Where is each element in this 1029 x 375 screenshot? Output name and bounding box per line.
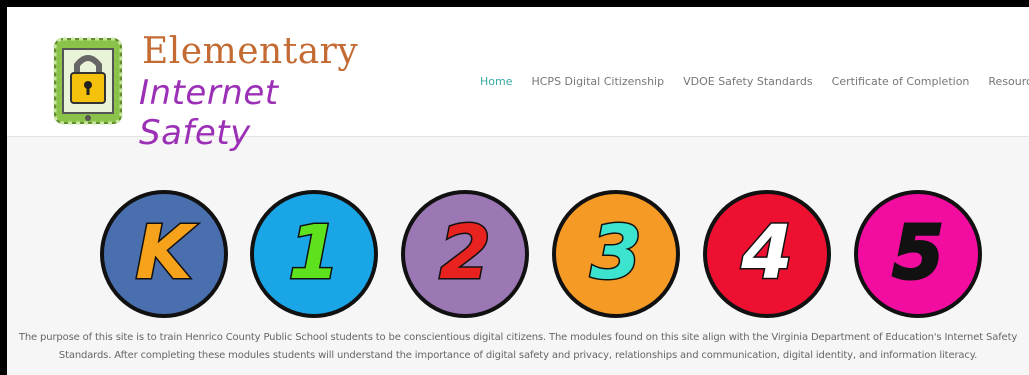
logo-subtitle: Internet Safety	[139, 73, 279, 153]
padlock-tablet-icon	[53, 37, 123, 125]
nav-item-resources[interactable]: Resources	[988, 75, 1029, 88]
nav-item-home[interactable]: Home	[480, 75, 512, 88]
grade-2-button[interactable]: 2	[401, 190, 529, 318]
main-nav: Home HCPS Digital Citizenship VDOE Safet…	[480, 71, 1029, 91]
grade-1-button[interactable]: 1	[250, 190, 378, 318]
grade-4-button[interactable]: 4	[703, 190, 831, 318]
site-logo[interactable]: Elementary Internet Safety	[47, 27, 387, 153]
nav-item-certificate-of-completion[interactable]: Certificate of Completion	[832, 75, 970, 88]
description-line-1: The purpose of this site is to train Hen…	[18, 332, 1018, 343]
grade-label-graphic: 3	[589, 209, 644, 298]
grade-label: 1	[288, 210, 340, 296]
grade-label: 2	[439, 210, 491, 296]
grade-label-graphic: K	[134, 209, 199, 298]
description-line-2: Standards. After completing these module…	[58, 350, 978, 361]
nav-item-hcps-digital-citizenship[interactable]: HCPS Digital Citizenship	[531, 75, 664, 88]
grade-k-button[interactable]: K	[100, 190, 228, 318]
grade-label-graphic: 4	[739, 209, 795, 298]
grade-label: K	[135, 210, 197, 296]
logo-title: Elementary	[142, 31, 359, 72]
grade-label: 5	[892, 210, 944, 296]
grade-buttons: K 1 2 3 4 5	[100, 190, 982, 324]
grade-label-graphic: 5	[891, 209, 946, 298]
grade-5-button[interactable]: 5	[854, 190, 982, 318]
grade-label: 4	[740, 210, 793, 296]
grade-label-graphic: 1	[287, 209, 342, 298]
grade-3-button[interactable]: 3	[552, 190, 680, 318]
grade-label: 3	[590, 210, 642, 296]
grade-label-graphic: 2	[438, 209, 493, 298]
browser-viewport: Elementary Internet Safety Home HCPS Dig…	[7, 7, 1029, 375]
site-header: Elementary Internet Safety Home HCPS Dig…	[7, 7, 1029, 153]
nav-item-vdoe-safety-standards[interactable]: VDOE Safety Standards	[683, 75, 813, 88]
site-description: The purpose of this site is to train Hen…	[7, 329, 1029, 365]
